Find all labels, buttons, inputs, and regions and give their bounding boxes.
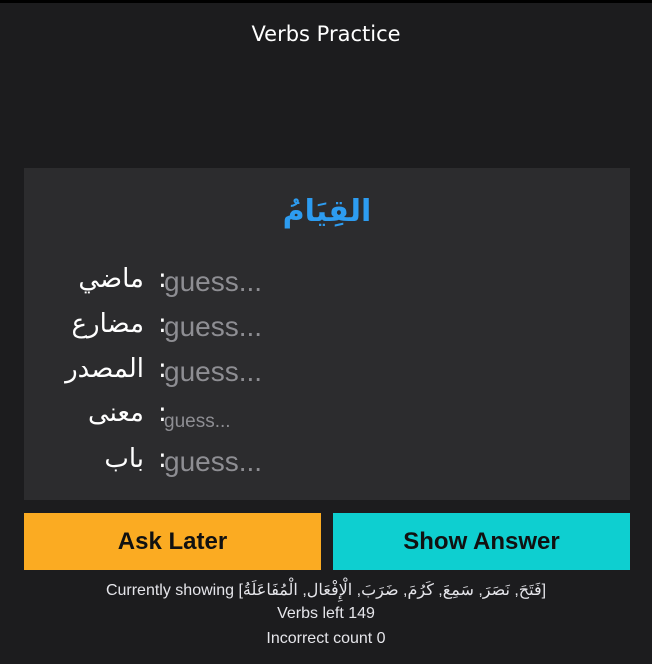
masdar-input[interactable] bbox=[164, 354, 464, 390]
top-edge bbox=[0, 0, 652, 3]
mudari-input[interactable] bbox=[164, 309, 464, 345]
current-verb: القِيَامُ bbox=[282, 194, 372, 229]
incorrect-count: Incorrect count 0 bbox=[266, 630, 386, 647]
row-mana: معنى : bbox=[24, 396, 630, 440]
row-label: المصدر bbox=[65, 354, 144, 384]
row-label: ماضي bbox=[78, 264, 144, 294]
currently-showing: Currently showing [فَتَحَ, نَصَرَ, سَمِع… bbox=[0, 580, 652, 600]
row-label: باب bbox=[104, 444, 144, 474]
verbs-left: Verbs left 149 bbox=[277, 605, 375, 622]
madi-input[interactable] bbox=[164, 264, 464, 300]
row-label: معنى bbox=[88, 398, 144, 428]
currently-showing-list: [فَتَحَ, نَصَرَ, سَمِعَ, كَرُمَ, ضَرَبَ,… bbox=[238, 582, 547, 599]
currently-showing-label: Currently showing bbox=[105, 582, 234, 599]
page-title: Verbs Practice bbox=[251, 22, 401, 46]
row-label: مضارع bbox=[71, 309, 144, 339]
row-mudari: مضارع : bbox=[24, 307, 630, 347]
bab-input[interactable] bbox=[164, 444, 464, 480]
practice-card: القِيَامُ ماضي : مضارع : المصدر : معنى :… bbox=[24, 168, 630, 500]
mana-input[interactable] bbox=[164, 404, 464, 440]
show-answer-button[interactable]: Show Answer bbox=[333, 513, 630, 570]
ask-later-button[interactable]: Ask Later bbox=[24, 513, 321, 570]
row-masdar: المصدر : bbox=[24, 352, 630, 392]
row-madi: ماضي : bbox=[24, 262, 630, 302]
row-bab: باب : bbox=[24, 442, 630, 482]
